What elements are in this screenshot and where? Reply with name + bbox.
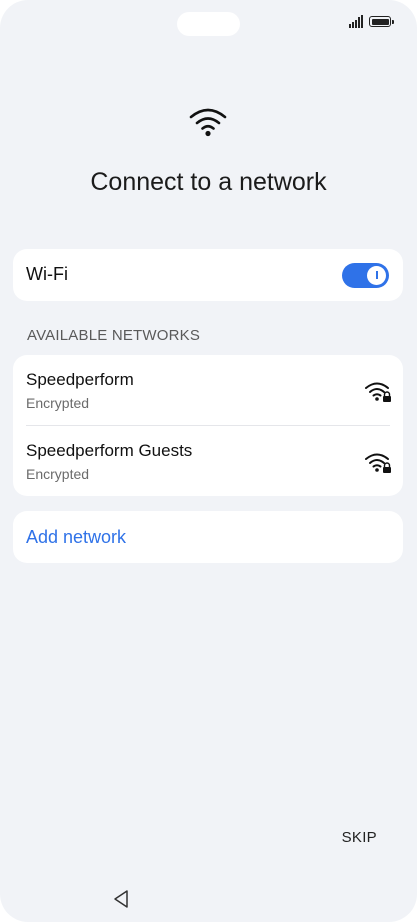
network-name: Speedperform bbox=[26, 370, 134, 389]
camera-notch bbox=[177, 12, 240, 36]
add-network-button[interactable]: Add network bbox=[13, 511, 403, 563]
network-security: Encrypted bbox=[26, 466, 90, 482]
network-security: Encrypted bbox=[26, 395, 90, 411]
signal-bars-icon bbox=[349, 15, 363, 28]
network-item-speedperform-guests[interactable]: Speedperform Guests Encrypted bbox=[13, 426, 403, 496]
add-network-label: Add network bbox=[26, 527, 127, 547]
phone-screen: Connect to a network Wi-Fi AVAILABLE NET… bbox=[0, 0, 417, 922]
back-triangle-icon[interactable] bbox=[112, 889, 130, 909]
wifi-toggle-switch[interactable] bbox=[342, 263, 389, 288]
wifi-toggle-row[interactable]: Wi-Fi bbox=[13, 249, 403, 301]
status-bar bbox=[349, 15, 394, 28]
skip-button[interactable]: SKIP bbox=[342, 829, 377, 846]
page-title: Connect to a network bbox=[90, 168, 327, 196]
battery-icon bbox=[369, 16, 394, 27]
network-name: Speedperform Guests bbox=[26, 441, 193, 460]
wifi-locked-icon bbox=[365, 382, 391, 402]
network-item-speedperform[interactable]: Speedperform Encrypted bbox=[13, 355, 403, 425]
wifi-icon bbox=[189, 108, 227, 137]
wifi-toggle-label: Wi-Fi bbox=[26, 264, 68, 284]
networks-list: Speedperform Encrypted Speedperform Gues… bbox=[13, 355, 403, 496]
wifi-locked-icon bbox=[365, 453, 391, 473]
toggle-knob bbox=[367, 266, 386, 285]
available-networks-header: AVAILABLE NETWORKS bbox=[27, 327, 201, 344]
